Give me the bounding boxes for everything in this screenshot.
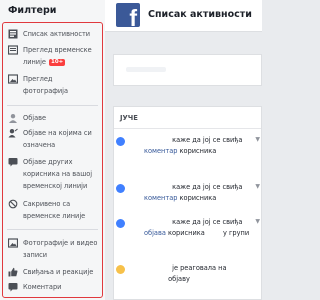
posts-icon bbox=[7, 113, 18, 123]
comments-icon bbox=[7, 282, 18, 292]
filter-photo-review[interactable]: Преглед фотографија bbox=[7, 73, 100, 97]
filter-label: Сакривено са временске линије bbox=[23, 200, 86, 220]
entry-text: у групи bbox=[222, 229, 250, 237]
filters-sidebar: Филтери Списак активности Преглед времен… bbox=[0, 0, 105, 300]
entry-text: корисника bbox=[179, 194, 217, 202]
chevron-down-icon[interactable]: ▼ bbox=[255, 136, 260, 143]
filter-photos-videos[interactable]: Фотографије и видео записи bbox=[7, 237, 100, 261]
divider bbox=[7, 105, 98, 106]
divider bbox=[114, 128, 261, 129]
hidden-icon bbox=[7, 199, 18, 209]
photo-review-icon bbox=[7, 74, 18, 84]
entry-text: објаву bbox=[168, 275, 190, 283]
filter-label: Објаве bbox=[23, 114, 47, 122]
blurred-content bbox=[126, 67, 166, 72]
hidden-name bbox=[144, 137, 170, 142]
filters-title: Филтери bbox=[8, 5, 57, 16]
filter-label: Објаве других корисника на вашој временс… bbox=[23, 158, 93, 190]
hidden-name bbox=[144, 219, 170, 224]
comment-link[interactable]: коментар bbox=[144, 194, 177, 202]
chevron-down-icon[interactable]: ▼ bbox=[255, 218, 260, 225]
news-feed-icon bbox=[7, 29, 18, 39]
filter-timeline-review[interactable]: Преглед временске линије 10+ bbox=[7, 44, 100, 68]
filters-panel: Списак активности Преглед временске лини… bbox=[2, 22, 103, 298]
tagged-icon bbox=[7, 128, 18, 138]
filter-label: Фотографије и видео записи bbox=[23, 239, 98, 259]
filter-tagged-posts[interactable]: Објаве на којима си означена bbox=[7, 127, 100, 151]
others-posts-icon bbox=[7, 157, 18, 167]
entry-text: корисника bbox=[168, 229, 205, 237]
entry-text: каже да јој се свиђа bbox=[172, 218, 243, 226]
chevron-down-icon[interactable]: ▼ bbox=[255, 183, 260, 190]
notification-badge: 10+ bbox=[49, 59, 66, 66]
activity-list-card: ЈУЧЕ каже да јој се свиђа коментар корис… bbox=[113, 106, 262, 300]
entry-text: каже да јој се свиђа bbox=[172, 183, 243, 191]
filter-others-posts[interactable]: Објаве других корисника на вашој временс… bbox=[7, 156, 100, 192]
hidden-name bbox=[144, 265, 170, 270]
filter-comments[interactable]: Коментари bbox=[7, 281, 100, 293]
hidden-name bbox=[144, 184, 170, 189]
activity-log-page: Филтери Списак активности Преглед времен… bbox=[0, 0, 262, 300]
comment-link[interactable]: коментар bbox=[144, 147, 177, 155]
like-icon bbox=[116, 219, 125, 228]
activity-summary-card bbox=[113, 54, 262, 86]
filter-label: Коментари bbox=[23, 283, 62, 291]
likes-icon bbox=[7, 267, 18, 277]
divider bbox=[7, 229, 98, 230]
filter-label: Списак активности bbox=[23, 30, 91, 38]
hidden-name bbox=[144, 276, 166, 281]
entry-text: је реаговала на bbox=[172, 264, 227, 272]
entry-text: каже да јој се свиђа bbox=[172, 136, 243, 144]
activity-main: f Списак активности ЈУЧЕ каже да јој се … bbox=[105, 0, 262, 300]
avatar[interactable] bbox=[129, 136, 139, 146]
post-link[interactable]: објава bbox=[144, 229, 166, 237]
filter-hidden-from-timeline[interactable]: Сакривено са временске линије bbox=[7, 198, 100, 222]
reaction-icon bbox=[116, 265, 125, 274]
filter-posts[interactable]: Објаве bbox=[7, 112, 100, 124]
like-icon bbox=[116, 184, 125, 193]
like-icon bbox=[116, 137, 125, 146]
page-title: Списак активности bbox=[148, 9, 252, 20]
filter-label: Објаве на којима си означена bbox=[23, 129, 92, 149]
timeline-review-icon bbox=[7, 45, 18, 55]
photos-icon bbox=[7, 238, 18, 248]
page-header: f Списак активности bbox=[105, 0, 262, 32]
entry-text: корисника bbox=[179, 147, 217, 155]
avatar[interactable] bbox=[129, 218, 139, 228]
avatar[interactable] bbox=[129, 183, 139, 193]
avatar[interactable] bbox=[129, 264, 139, 274]
hidden-name bbox=[207, 230, 221, 235]
filter-label: Свиђања и реакције bbox=[23, 268, 94, 276]
section-label-yesterday: ЈУЧЕ bbox=[120, 114, 138, 122]
filter-likes-reactions[interactable]: Свиђања и реакције bbox=[7, 266, 100, 278]
filter-activity-log[interactable]: Списак активности bbox=[7, 28, 100, 40]
filter-label: Преглед фотографија bbox=[23, 75, 69, 95]
facebook-logo[interactable]: f bbox=[116, 3, 140, 27]
